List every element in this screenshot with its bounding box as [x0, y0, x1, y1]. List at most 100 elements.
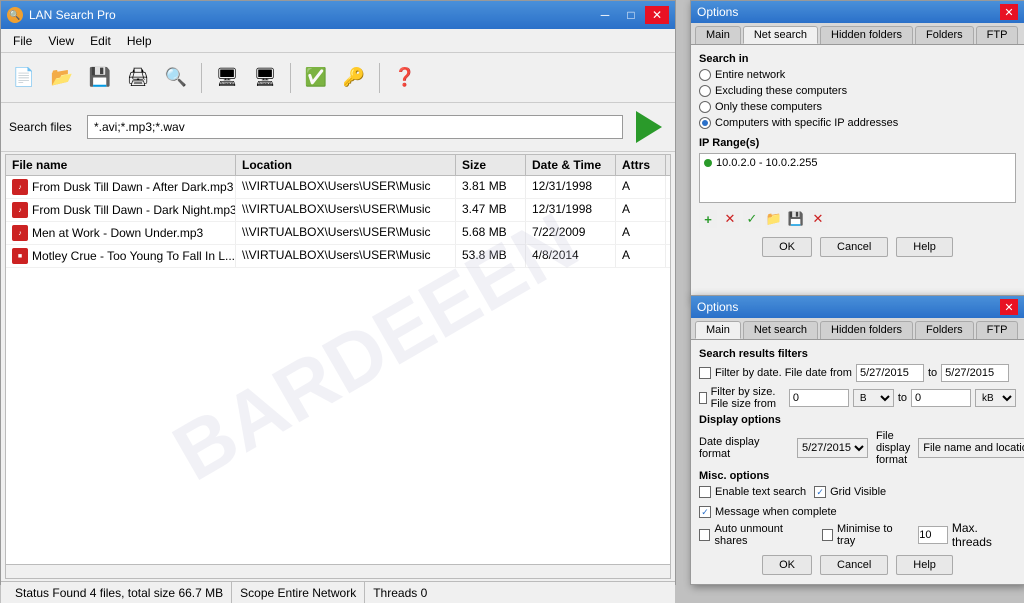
- cell-size-3: 53.8 MB: [456, 245, 526, 267]
- date-to-input[interactable]: [941, 364, 1009, 382]
- ok-button-1[interactable]: OK: [762, 237, 812, 257]
- search-input[interactable]: [87, 115, 623, 139]
- col-attrs[interactable]: Attrs: [616, 155, 666, 175]
- table-row[interactable]: ■ Motley Crue - Too Young To Fall In L..…: [6, 245, 670, 268]
- table-row[interactable]: ♪ From Dusk Till Dawn - Dark Night.mp3 \…: [6, 199, 670, 222]
- menu-view[interactable]: View: [40, 32, 82, 50]
- toolbar-open[interactable]: 📂: [45, 60, 79, 96]
- cell-attrs-2: A: [616, 222, 666, 244]
- cell-dt-2: 7/22/2009: [526, 222, 616, 244]
- mp3-icon: ♪: [12, 225, 28, 241]
- radio-specific-ip[interactable]: Computers with specific IP addresses: [699, 117, 1016, 129]
- cb-grid-visible[interactable]: ✓ Grid Visible: [814, 486, 886, 498]
- help-button-2[interactable]: Help: [896, 555, 953, 575]
- tab-folders-1[interactable]: Folders: [915, 26, 974, 44]
- options-close-button-2[interactable]: ✕: [1000, 299, 1018, 315]
- search-play-button[interactable]: [631, 109, 667, 145]
- checkbox-min-icon: [822, 529, 833, 541]
- filter-date-checkbox[interactable]: Filter by date. File date from: [699, 367, 852, 379]
- toolbar-sep-2: [290, 63, 291, 93]
- toolbar-check[interactable]: ✅: [299, 60, 333, 96]
- max-threads-label: Max. threads: [952, 521, 1016, 549]
- help-button-1[interactable]: Help: [896, 237, 953, 257]
- ip-remove-button[interactable]: ✕: [721, 210, 739, 228]
- cancel-button-2[interactable]: Cancel: [820, 555, 888, 575]
- menu-edit[interactable]: Edit: [82, 32, 119, 50]
- size-from-input[interactable]: [789, 389, 849, 407]
- filter-size-checkbox[interactable]: Filter by size. File size from: [699, 386, 785, 410]
- cell-location-3: \\VIRTUALBOX\Users\USER\Music: [236, 245, 456, 267]
- checkbox-grid-icon: ✓: [814, 486, 826, 498]
- tab-hidden-folders-2[interactable]: Hidden folders: [820, 321, 913, 339]
- checkbox-text-icon: [699, 486, 711, 498]
- cb-auto-unmount[interactable]: Auto unmount shares: [699, 523, 814, 547]
- cell-size-2: 5.68 MB: [456, 222, 526, 244]
- ip-range-label: IP Range(s): [699, 137, 1016, 149]
- table-row[interactable]: ♪ From Dusk Till Dawn - After Dark.mp3 \…: [6, 176, 670, 199]
- menu-help[interactable]: Help: [119, 32, 160, 50]
- status-bar: Status Found 4 files, total size 66.7 MB…: [1, 581, 675, 603]
- horizontal-scrollbar[interactable]: [6, 564, 670, 578]
- toolbar-save-as[interactable]: 🖨: [121, 60, 155, 96]
- toolbar-network2[interactable]: 🖥: [248, 60, 282, 96]
- main-window-title: LAN Search Pro: [29, 8, 116, 22]
- file-list-body[interactable]: ♪ From Dusk Till Dawn - After Dark.mp3 \…: [6, 176, 670, 564]
- radio-excluding[interactable]: Excluding these computers: [699, 85, 1016, 97]
- mp3-icon: ■: [12, 248, 28, 264]
- tab-hidden-folders-1[interactable]: Hidden folders: [820, 26, 913, 44]
- toolbar-help[interactable]: ❓: [388, 60, 422, 96]
- file-display-select[interactable]: File name and location separately: [918, 438, 1024, 458]
- date-format-row: Date display format 5/27/2015 File displ…: [699, 430, 1016, 466]
- cancel-button-1[interactable]: Cancel: [820, 237, 888, 257]
- toolbar-save[interactable]: 💾: [83, 60, 117, 96]
- tab-folders-2[interactable]: Folders: [915, 321, 974, 339]
- status-value: Found 4 files, total size 66.7 MB: [52, 586, 223, 600]
- cell-attrs-3: A: [616, 245, 666, 267]
- tab-net-search-2[interactable]: Net search: [743, 321, 818, 339]
- tab-main-2[interactable]: Main: [695, 321, 741, 339]
- cb-minimise[interactable]: Minimise to tray: [822, 523, 910, 547]
- scope-value: Entire Network: [278, 586, 357, 600]
- ip-clear-button[interactable]: ✕: [809, 210, 827, 228]
- tab-main-1[interactable]: Main: [695, 26, 741, 44]
- ok-button-2[interactable]: OK: [762, 555, 812, 575]
- radio-only-these[interactable]: Only these computers: [699, 101, 1016, 113]
- ip-folder-button[interactable]: 📁: [765, 210, 783, 228]
- close-button[interactable]: ✕: [645, 6, 669, 24]
- col-location[interactable]: Location: [236, 155, 456, 175]
- options-close-button-1[interactable]: ✕: [1000, 4, 1018, 20]
- cb-text-search[interactable]: Enable text search: [699, 486, 806, 498]
- toolbar-new[interactable]: 📄: [7, 60, 41, 96]
- col-filename[interactable]: File name: [6, 155, 236, 175]
- date-from-input[interactable]: [856, 364, 924, 382]
- ip-add-button[interactable]: +: [699, 210, 717, 228]
- radio-entire-network[interactable]: Entire network: [699, 69, 1016, 81]
- minimize-button[interactable]: ─: [593, 6, 617, 24]
- tab-ftp-1[interactable]: FTP: [976, 26, 1019, 44]
- display-options-label: Display options: [699, 414, 1016, 426]
- size-to-unit[interactable]: kBBMB: [975, 389, 1016, 407]
- max-threads-input[interactable]: [918, 526, 948, 544]
- ip-save-button[interactable]: 💾: [787, 210, 805, 228]
- cb-message-complete[interactable]: ✓ Message when complete: [699, 506, 837, 518]
- col-size[interactable]: Size: [456, 155, 526, 175]
- toolbar: 📄 📂 💾 🖨 🔍 🖥 🖥 ✅ 🔑 ❓: [1, 53, 675, 103]
- size-from-unit[interactable]: BkBMB: [853, 389, 894, 407]
- date-display-select[interactable]: 5/27/2015: [797, 438, 868, 458]
- table-row[interactable]: ♪ Men at Work - Down Under.mp3 \\VIRTUAL…: [6, 222, 670, 245]
- options-window-2: Options ✕ Main Net search Hidden folders…: [690, 295, 1024, 585]
- maximize-button[interactable]: □: [619, 6, 643, 24]
- file-list-header: File name Location Size Date & Time Attr…: [6, 155, 670, 176]
- cell-location-1: \\VIRTUALBOX\Users\USER\Music: [236, 199, 456, 221]
- toolbar-key[interactable]: 🔑: [337, 60, 371, 96]
- search-filters-label: Search results filters: [699, 348, 1016, 360]
- col-datetime[interactable]: Date & Time: [526, 155, 616, 175]
- tab-net-search-1[interactable]: Net search: [743, 26, 818, 44]
- menu-file[interactable]: File: [5, 32, 40, 50]
- tab-ftp-2[interactable]: FTP: [976, 321, 1019, 339]
- toolbar-search[interactable]: 🔍: [159, 60, 193, 96]
- ip-check-button[interactable]: ✓: [743, 210, 761, 228]
- toolbar-network[interactable]: 🖥: [210, 60, 244, 96]
- size-to-input[interactable]: [911, 389, 971, 407]
- opt-btn-row-2: OK Cancel Help: [699, 549, 1016, 581]
